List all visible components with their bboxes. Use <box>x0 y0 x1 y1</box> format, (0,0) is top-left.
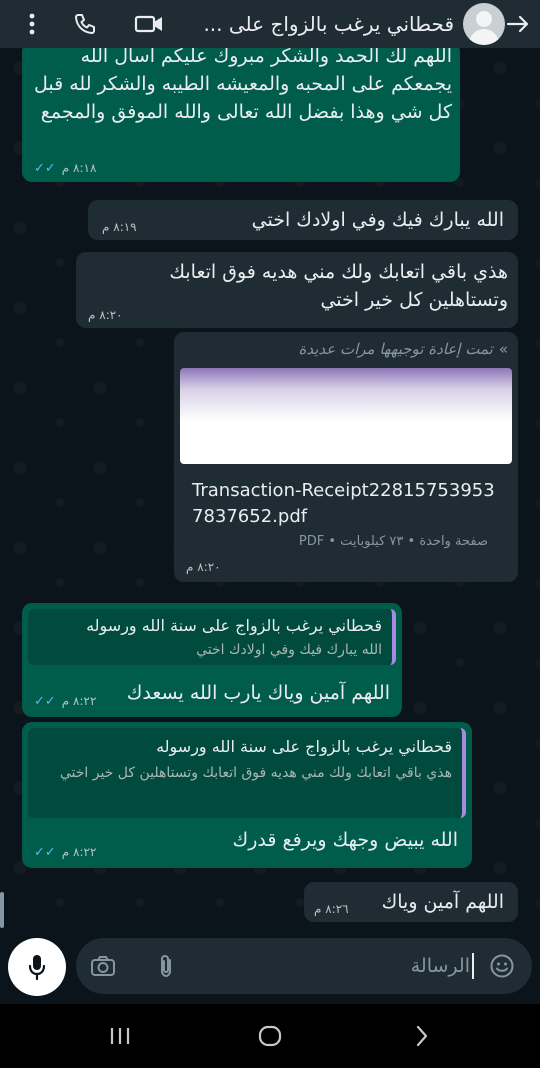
message-document[interactable]: » تمت إعادة توجيهها مرات عديدة Transacti… <box>174 332 518 582</box>
message-time: ٨:٢٠ م <box>186 560 221 574</box>
message-meta: ✓✓ ٨:١٨ م <box>34 161 96 176</box>
message-incoming[interactable]: هذي باقي اتعابك ولك مني هديه فوق اتعابك … <box>76 252 518 328</box>
back-nav-icon[interactable] <box>408 1022 436 1050</box>
message-text: اللهم آمين وياك يارب الله يسعدك <box>126 682 390 704</box>
message-time: ٨:٢٦ م <box>314 902 349 916</box>
quoted-message[interactable]: قحطاني يرغب بالزواج على سنة الله ورسوله … <box>28 609 396 665</box>
message-text: هذي باقي اتعابك ولك مني هديه فوق اتعابك … <box>169 261 508 311</box>
back-arrow-icon[interactable] <box>504 8 532 40</box>
message-meta: ✓✓ ٨:٢٢ م <box>34 694 96 709</box>
message-time: ٨:٢٢ م <box>61 845 97 859</box>
read-ticks-icon: ✓✓ <box>34 161 56 176</box>
chat-header: قحطاني يرغب بالزواج على ... <box>0 0 540 48</box>
pdf-thumbnail[interactable] <box>180 368 512 464</box>
chat-area[interactable]: اللهم لك الحمد والشكر مبروك عليكم اسأل ا… <box>0 48 540 940</box>
voice-call-icon[interactable] <box>70 8 100 40</box>
emoji-icon[interactable] <box>488 952 516 980</box>
message-text: اللهم لك الحمد والشكر مبروك عليكم اسأل ا… <box>33 48 452 123</box>
text-cursor <box>472 953 474 979</box>
message-composer[interactable]: الرسالة <box>76 938 532 994</box>
message-outgoing-reply[interactable]: قحطاني يرغب بالزواج على سنة الله ورسوله … <box>22 603 402 717</box>
pdf-file-info: صفحة واحدة • ٧٣ كيلوبايت • PDF <box>298 534 488 549</box>
scrollbar-thumb[interactable] <box>0 892 4 928</box>
message-outgoing-reply[interactable]: قحطاني يرغب بالزواج على سنة الله ورسوله … <box>22 722 472 868</box>
video-call-icon[interactable] <box>132 8 166 40</box>
quote-text: الله يبارك فيك وفي اولادك اختي <box>196 642 382 658</box>
message-incoming[interactable]: الله يبارك فيك وفي اولادك اختي ٨:١٩ م <box>88 200 518 240</box>
chat-title[interactable]: قحطاني يرغب بالزواج على ... <box>194 8 454 40</box>
pdf-file-name[interactable]: Transaction-Receipt228157539537837652.pd… <box>192 478 502 530</box>
quote-title: قحطاني يرغب بالزواج على سنة الله ورسوله <box>156 737 452 756</box>
contact-avatar[interactable] <box>463 3 505 45</box>
forwarded-label: » تمت إعادة توجيهها مرات عديدة <box>298 338 508 360</box>
message-text: الله يبارك فيك وفي اولادك اختي <box>251 209 504 231</box>
forwarded-text: تمت إعادة توجيهها مرات عديدة <box>298 340 493 358</box>
recent-apps-icon[interactable] <box>106 1022 134 1050</box>
forwarded-icon: » <box>498 340 508 358</box>
system-navigation-bar <box>0 1004 540 1068</box>
message-time: ٨:٢٢ م <box>61 694 97 708</box>
quote-text: هذي باقي اتعابك ولك مني هديه فوق اتعابك … <box>59 765 452 781</box>
message-input[interactable]: الرسالة <box>411 938 474 994</box>
message-meta: ✓✓ ٨:٢٢ م <box>34 845 96 860</box>
home-icon[interactable] <box>256 1022 284 1050</box>
message-incoming[interactable]: اللهم آمين وياك ٨:٢٦ م <box>304 882 518 922</box>
message-time: ٨:٢٠ م <box>88 308 123 322</box>
quoted-message[interactable]: قحطاني يرغب بالزواج على سنة الله ورسوله … <box>28 728 466 818</box>
message-text: الله يبيض وجهك ويرفع قدرك <box>232 829 458 851</box>
read-ticks-icon: ✓✓ <box>34 845 56 860</box>
read-ticks-icon: ✓✓ <box>34 694 56 709</box>
menu-kebab-icon[interactable] <box>22 8 42 40</box>
message-outgoing[interactable]: اللهم لك الحمد والشكر مبروك عليكم اسأل ا… <box>22 48 460 182</box>
attachment-icon[interactable] <box>154 952 178 980</box>
quote-title: قحطاني يرغب بالزواج على سنة الله ورسوله <box>86 616 382 635</box>
message-text: اللهم آمين وياك <box>381 891 504 913</box>
message-time: ٨:١٩ م <box>102 220 137 234</box>
camera-icon[interactable] <box>88 952 118 980</box>
voice-record-button[interactable] <box>8 938 66 996</box>
message-input-placeholder: الرسالة <box>410 955 470 977</box>
microphone-icon <box>28 955 46 981</box>
message-time: ٨:١٨ م <box>61 161 97 175</box>
